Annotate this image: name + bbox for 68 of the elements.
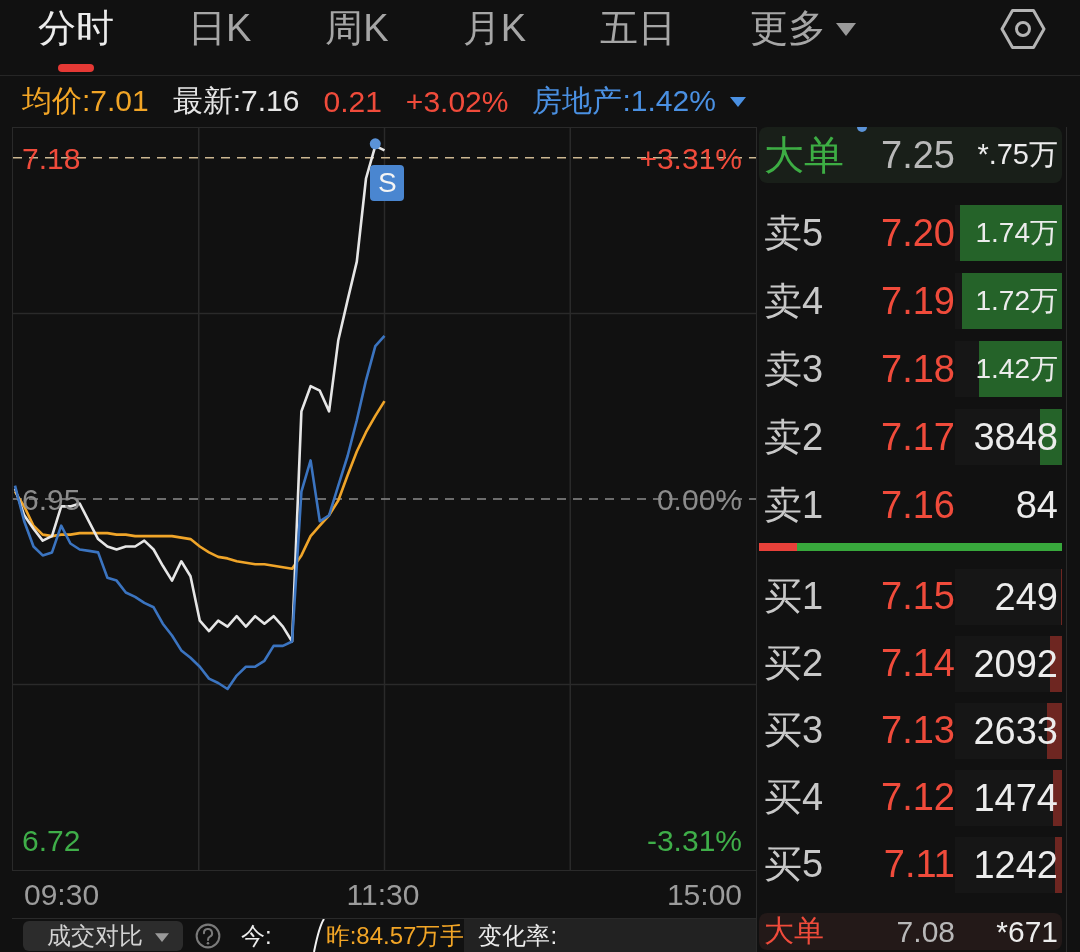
time-axis-label: 15:00 [666,878,742,912]
time-axis-label: 09:30 [24,878,100,912]
curved-line-icon [311,919,326,952]
ask-volume: 1.74万 [975,216,1058,250]
caret-icon [836,23,857,36]
ask-level-label: 卖5 [763,210,825,256]
bid-volume: 2633 [973,708,1058,753]
big-order-card[interactable]: 大单 7.08 *671 [759,913,1062,950]
ask-price: 7.19 [880,279,955,323]
ask-volume: 84 [1015,483,1058,527]
bid-volume: 2092 [973,641,1058,686]
ask-volume: 1.42万 [975,352,1058,386]
ask-volume: 1.72万 [975,284,1058,318]
tab[interactable]: 五日 [600,0,677,75]
bid-price: 7.12 [880,776,955,819]
tab[interactable]: 更多 [750,0,857,75]
big-order-volume: *671 [995,914,1059,949]
ask-price: 7.20 [880,211,955,255]
tab[interactable]: 日K [188,0,252,75]
big-order-label: 大单 [763,913,825,949]
bid-volume: 1242 [973,842,1058,887]
percent-axis-label: +3.31% [639,141,742,176]
bid-price: 7.15 [880,575,955,618]
ask-price: 7.16 [880,483,955,527]
ask-level-label: 卖4 [763,278,825,324]
average-price: 均价:7.01 [22,83,149,119]
tab[interactable]: 周K [325,0,389,75]
big-order-price: 7.08 [895,914,955,949]
price-axis-label: 7.18 [22,141,81,176]
percent-change: +3.02% [405,84,509,119]
yesterday-volume: 昨:84.57万手 [325,921,465,951]
sector-change[interactable]: 房地产:1.42% [532,81,716,122]
ask-level-label: 卖1 [763,482,825,528]
bid-level-label: 买2 [763,641,825,686]
latest-price: 最新:7.16 [172,83,300,119]
ask-price: 7.18 [880,347,955,391]
bid-level-label: 买4 [763,775,825,820]
volume-compare-dropdown[interactable]: 成交对比 [23,921,183,951]
bid-price: 7.14 [880,642,955,685]
bid-volume: 249 [994,574,1058,619]
big-order-label: 大单 [763,131,845,179]
ask-volume: 3848 [973,415,1058,459]
ask-price: 7.17 [880,415,955,459]
bid-level-label: 买5 [763,842,825,887]
settings-icon[interactable] [1000,8,1046,50]
big-order-volume: *.75万 [976,137,1059,172]
tab[interactable]: 月K [462,0,527,75]
price-change: 0.21 [323,84,382,119]
caret-icon [155,933,169,942]
tab[interactable]: 分时 [38,0,114,75]
big-order-price: 7.25 [880,133,955,177]
price-axis-label: 6.72 [22,824,81,859]
marker-dot-icon [369,138,381,150]
bid-price: 7.13 [880,709,955,752]
ask-level-label: 卖2 [763,414,825,460]
bid-level-label: 买1 [763,574,825,619]
big-order-card[interactable]: 大单 7.25 *.75万 [759,127,1062,183]
today-volume-label: 今: [241,921,272,951]
change-rate-label: 变化率: [478,921,558,951]
bid-volume: 1474 [973,775,1058,820]
bid-level-label: 买3 [763,708,825,753]
time-axis-label: 11:30 [346,878,420,912]
percent-axis-label: -3.31% [646,824,742,859]
ask-level-label: 卖3 [763,346,825,392]
help-icon[interactable] [195,923,221,949]
percent-axis-label: 0.00% [656,483,742,517]
dropdown-caret-icon[interactable] [729,96,746,107]
bid-price: 7.11 [882,843,955,886]
